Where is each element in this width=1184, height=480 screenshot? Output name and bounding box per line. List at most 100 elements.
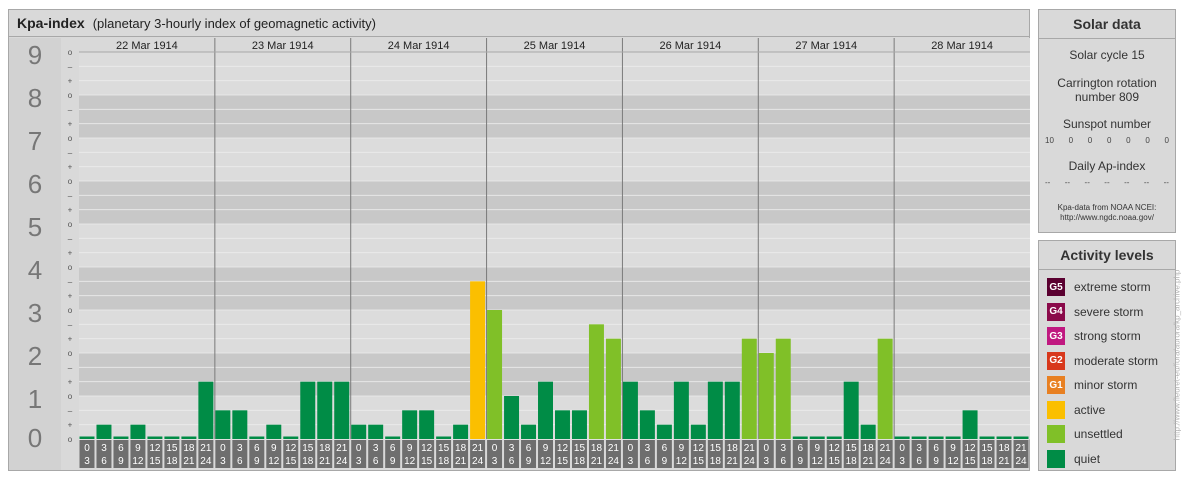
day-label: 22 Mar 1914 (116, 40, 178, 52)
activity-level-active: active (1039, 398, 1175, 423)
interval-end: 9 (526, 456, 532, 467)
interval-end: 15 (829, 456, 841, 467)
interval-start: 9 (814, 443, 820, 454)
interval-start: 9 (407, 443, 413, 454)
y-tick-label: 1 (28, 384, 42, 414)
sub-tick: – (68, 320, 73, 329)
interval-start: 12 (693, 443, 705, 454)
activity-level-quiet: quiet (1039, 447, 1175, 472)
interval-start: 0 (628, 443, 634, 454)
kp-bar (470, 281, 486, 439)
interval-end: 3 (220, 456, 226, 467)
day-label: 25 Mar 1914 (524, 40, 586, 52)
interval-start: 6 (118, 443, 124, 454)
interval-start: 3 (780, 443, 786, 454)
interval-end: 3 (899, 456, 905, 467)
kp-bar (147, 436, 163, 439)
interval-start: 12 (965, 443, 977, 454)
interval-start: 3 (237, 443, 243, 454)
interval-start: 12 (285, 443, 297, 454)
interval-end: 12 (404, 456, 416, 467)
kp-bar (453, 424, 469, 439)
day-label: 27 Mar 1914 (795, 40, 857, 52)
interval-start: 21 (472, 443, 484, 454)
sunspot-value: 0 (1106, 136, 1112, 145)
interval-end: 18 (166, 456, 178, 467)
interval-end: 24 (608, 456, 620, 467)
sunspot-value: 0 (1164, 136, 1169, 145)
interval-start: 12 (421, 443, 433, 454)
interval-start: 6 (526, 443, 532, 454)
interval-start: 15 (981, 443, 993, 454)
band-8 (79, 52, 1030, 95)
kp-chart-panel: 22 Mar 1914 23 Mar 1914 24 Mar 1914 25 Mar … (8, 9, 1030, 471)
interval-end: 3 (84, 456, 90, 467)
chart-header: Kpa-index (planetary 3-hourly index of g… (9, 10, 1029, 37)
activity-level-severe-storm: G4 severe storm (1039, 300, 1175, 325)
interval-end: 21 (863, 456, 875, 467)
interval-end: 12 (812, 456, 824, 467)
band-5 (79, 181, 1030, 224)
interval-end: 21 (455, 456, 467, 467)
kp-bar (894, 436, 910, 439)
interval-end: 6 (780, 456, 786, 467)
y-tick-label: 8 (28, 83, 42, 113)
sunspot-value: 10 (1045, 136, 1054, 145)
interval-end: 9 (118, 456, 124, 467)
band-3 (79, 267, 1030, 310)
kp-bar (555, 410, 570, 439)
interval-end: 9 (254, 456, 260, 467)
level-label: moderate storm (1074, 353, 1159, 368)
interval-end: 18 (981, 456, 993, 467)
sub-tick: + (68, 249, 73, 258)
sub-tick: o (68, 435, 73, 444)
kp-bar (113, 436, 129, 439)
interval-start: 21 (880, 443, 892, 454)
interval-end: 21 (727, 456, 739, 467)
kp-bar (690, 424, 706, 439)
chart-subtitle: (planetary 3-hourly index of geomagnetic… (92, 15, 376, 31)
interval-start: 18 (998, 443, 1010, 454)
kp-bar (334, 381, 350, 439)
kp-bar (1013, 436, 1029, 439)
level-swatch: G5 (1047, 278, 1065, 297)
sub-tick: – (68, 148, 73, 157)
kp-bar (436, 436, 452, 439)
ap-value: -- (1064, 178, 1071, 187)
interval-end: 24 (200, 456, 212, 467)
kp-bar (181, 436, 197, 439)
interval-start: 9 (679, 443, 685, 454)
sub-tick: + (68, 378, 73, 387)
interval-start: 0 (492, 443, 498, 454)
interval-end: 15 (421, 456, 433, 467)
ap-value: -- (1143, 178, 1150, 187)
interval-end: 6 (916, 456, 922, 467)
level-swatch: G3 (1047, 327, 1065, 346)
solar-data-panel: Solar data Solar cycle 15 Carrington rot… (1038, 9, 1176, 233)
sub-tick: + (68, 335, 73, 344)
interval-end: 24 (880, 456, 892, 467)
kp-bar (962, 410, 978, 439)
kp-bar (809, 436, 825, 439)
day-label: 24 Mar 1914 (388, 40, 450, 52)
interval-start: 21 (1015, 443, 1027, 454)
kp-bar (96, 424, 112, 439)
kp-bar (826, 436, 842, 439)
sub-tick: + (68, 163, 73, 172)
interval-start: 3 (645, 443, 651, 454)
interval-start: 21 (200, 443, 212, 454)
kp-bar (317, 381, 333, 439)
watermark-text: http://www.fleuret-eu/fora/aurora/kp_arc… (1172, 269, 1182, 441)
interval-start: 12 (149, 443, 161, 454)
sub-tick: o (68, 134, 73, 143)
kp-bar (656, 424, 672, 439)
interval-start: 21 (744, 443, 756, 454)
interval-start: 0 (356, 443, 362, 454)
kp-bar (792, 436, 808, 439)
kp-bar (300, 381, 316, 439)
level-swatch: G4 (1047, 302, 1065, 321)
interval-start: 9 (271, 443, 277, 454)
carrington-rotation: Carrington rotation number 809 (1057, 76, 1157, 104)
interval-end: 6 (645, 456, 651, 467)
solar-cycle: Solar cycle 15 (1069, 48, 1145, 62)
